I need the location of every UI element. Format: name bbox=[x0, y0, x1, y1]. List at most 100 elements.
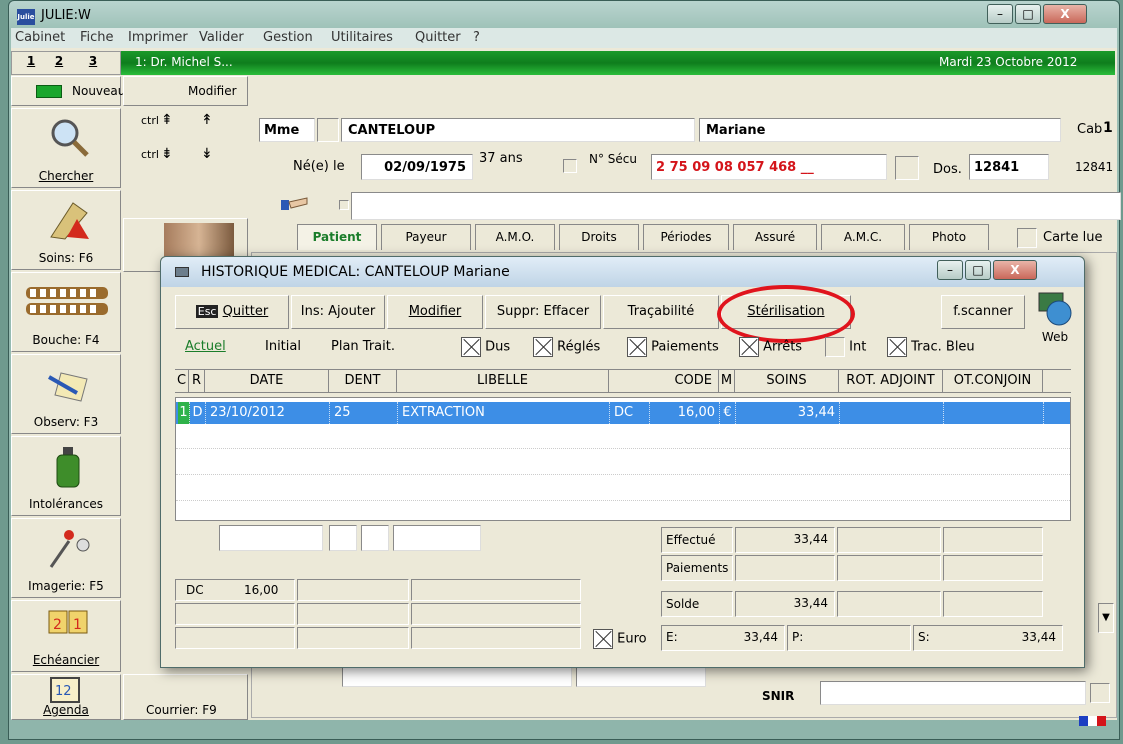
tab-photo[interactable]: Photo bbox=[909, 224, 989, 250]
euro-toggle[interactable]: Euro bbox=[593, 629, 647, 649]
footer-field-2[interactable] bbox=[329, 525, 357, 551]
col-date[interactable]: DATE bbox=[205, 370, 329, 392]
cell-soins: 33,44 bbox=[736, 402, 840, 424]
col-m[interactable]: M bbox=[719, 370, 735, 392]
filter-paiements-checkbox[interactable] bbox=[627, 337, 647, 357]
civility-selector[interactable] bbox=[317, 118, 339, 142]
delete-button[interactable]: Suppr: Effacer bbox=[485, 295, 601, 329]
web-button[interactable]: Web bbox=[1033, 291, 1077, 349]
tab-amc[interactable]: A.M.C. bbox=[821, 224, 905, 250]
courrier-button[interactable]: Courrier: F9 bbox=[123, 674, 248, 720]
menu-help[interactable]: ? bbox=[473, 30, 480, 45]
dialog-close-button[interactable]: X bbox=[993, 260, 1037, 280]
secu-lookup-button[interactable] bbox=[895, 156, 919, 180]
hand-pointer-icon[interactable] bbox=[279, 194, 308, 214]
carte-lue-checkbox[interactable] bbox=[1017, 228, 1037, 248]
search-button[interactable]: Chercher bbox=[11, 108, 121, 188]
footer-field-4[interactable] bbox=[393, 525, 481, 551]
secu-checkbox[interactable] bbox=[563, 159, 577, 173]
bouche-button[interactable]: Bouche: F4 bbox=[11, 272, 121, 352]
birth-date-field[interactable]: 02/09/1975 bbox=[361, 154, 473, 180]
modify-button[interactable]: Modifier bbox=[387, 295, 483, 329]
echeancier-button[interactable]: 21 Echéancier bbox=[11, 600, 121, 672]
col-libelle[interactable]: LIBELLE bbox=[397, 370, 609, 392]
quit-button[interactable]: Esc Quitter bbox=[175, 295, 289, 329]
tab-patient[interactable]: Patient bbox=[297, 224, 377, 250]
filter-arrets[interactable]: Arrêts bbox=[739, 337, 802, 357]
scroll-down-fast-icon[interactable]: ⇟ bbox=[161, 146, 173, 162]
scroll-up-icon[interactable]: ↟ bbox=[201, 112, 213, 128]
soins-button[interactable]: Soins: F6 bbox=[11, 190, 121, 270]
col-ot-conjoin[interactable]: OT.CONJOIN bbox=[943, 370, 1043, 392]
subtab-initial[interactable]: Initial bbox=[265, 339, 301, 361]
observ-button[interactable]: Observ: F3 bbox=[11, 354, 121, 434]
menu-fiche[interactable]: Fiche bbox=[80, 30, 114, 45]
tab-amo[interactable]: A.M.O. bbox=[475, 224, 555, 250]
tab-1[interactable]: 1 bbox=[23, 54, 39, 68]
scroll-up-fast-icon[interactable]: ⇞ bbox=[161, 112, 173, 128]
menu-utilitaires[interactable]: Utilitaires bbox=[331, 30, 393, 45]
filter-trac-bleu[interactable]: Trac. Bleu bbox=[887, 337, 975, 357]
col-rot-adjoint[interactable]: ROT. ADJOINT bbox=[839, 370, 943, 392]
snir-field[interactable] bbox=[820, 681, 1086, 705]
tab-droits[interactable]: Droits bbox=[559, 224, 639, 250]
close-button[interactable]: X bbox=[1043, 4, 1087, 24]
first-name-field[interactable]: Mariane bbox=[699, 118, 1061, 142]
summary-cell bbox=[175, 603, 295, 625]
filter-regles-checkbox[interactable] bbox=[533, 337, 553, 357]
imagerie-button[interactable]: Imagerie: F5 bbox=[11, 518, 121, 598]
sterilisation-annotation-circle bbox=[717, 285, 855, 343]
menu-imprimer[interactable]: Imprimer bbox=[128, 30, 188, 45]
history-grid[interactable]: 1 D 23/10/2012 25 EXTRACTION DC 16,00 € … bbox=[175, 397, 1071, 521]
tab-payeur[interactable]: Payeur bbox=[381, 224, 471, 250]
filter-regles[interactable]: Réglés bbox=[533, 337, 600, 357]
last-name-field[interactable]: CANTELOUP bbox=[341, 118, 695, 142]
tab-periodes[interactable]: Périodes bbox=[643, 224, 729, 250]
col-c[interactable]: C bbox=[175, 370, 189, 392]
euro-checkbox[interactable] bbox=[593, 629, 613, 649]
menu-gestion[interactable]: Gestion bbox=[263, 30, 313, 45]
scanner-button[interactable]: f.scanner bbox=[941, 295, 1025, 329]
dialog-minimize-button[interactable]: – bbox=[937, 260, 963, 280]
dc-code: DC bbox=[186, 583, 204, 597]
menu-valider[interactable]: Valider bbox=[199, 30, 244, 45]
filter-paiements[interactable]: Paiements bbox=[627, 337, 719, 357]
scroll-down-icon[interactable]: ↡ bbox=[201, 146, 213, 162]
dropdown-arrow-icon[interactable]: ▼ bbox=[1098, 603, 1114, 633]
tracability-button[interactable]: Traçabilité bbox=[603, 295, 719, 329]
menu-cabinet[interactable]: Cabinet bbox=[15, 30, 65, 45]
col-dent[interactable]: DENT bbox=[329, 370, 397, 392]
subtab-actuel[interactable]: Actuel bbox=[185, 339, 226, 361]
intolerances-button[interactable]: Intolérances bbox=[11, 436, 121, 516]
footer-field-1[interactable] bbox=[219, 525, 323, 551]
col-r[interactable]: R bbox=[189, 370, 205, 392]
filter-dus-checkbox[interactable] bbox=[461, 337, 481, 357]
dialog-maximize-button[interactable]: □ bbox=[965, 260, 991, 280]
table-row[interactable]: 1 D 23/10/2012 25 EXTRACTION DC 16,00 € … bbox=[176, 402, 1070, 424]
filter-arrets-checkbox[interactable] bbox=[739, 337, 759, 357]
col-code[interactable]: CODE bbox=[609, 370, 719, 392]
menu-quitter[interactable]: Quitter bbox=[415, 30, 461, 45]
tab-2[interactable]: 2 bbox=[51, 54, 67, 68]
filter-trac-bleu-checkbox[interactable] bbox=[887, 337, 907, 357]
tab-3[interactable]: 3 bbox=[85, 54, 101, 68]
footer-field-3[interactable] bbox=[361, 525, 389, 551]
maximize-button[interactable]: □ bbox=[1015, 4, 1041, 24]
snir-checkbox[interactable] bbox=[1090, 683, 1110, 703]
note-field[interactable] bbox=[351, 192, 1121, 220]
dos-field[interactable]: 12841 bbox=[969, 154, 1049, 180]
civility-field[interactable]: Mme bbox=[259, 118, 315, 142]
new-button[interactable]: Nouveau bbox=[72, 84, 125, 98]
note-checkbox[interactable] bbox=[339, 200, 349, 210]
tab-assure[interactable]: Assuré bbox=[733, 224, 817, 250]
modify-top-button[interactable]: Modifier bbox=[123, 76, 248, 106]
col-soins[interactable]: SOINS bbox=[735, 370, 839, 392]
filter-dus[interactable]: Dus bbox=[461, 337, 510, 357]
subtab-plan-trait[interactable]: Plan Trait. bbox=[331, 339, 395, 361]
agenda-button[interactable]: 12 Agenda bbox=[11, 674, 121, 720]
add-button[interactable]: Ins: Ajouter bbox=[291, 295, 385, 329]
filter-int[interactable]: Int bbox=[825, 337, 866, 357]
secu-field[interactable]: 2 75 09 08 057 468 __ bbox=[651, 154, 887, 180]
minimize-button[interactable]: – bbox=[987, 4, 1013, 24]
filter-int-checkbox[interactable] bbox=[825, 337, 845, 357]
